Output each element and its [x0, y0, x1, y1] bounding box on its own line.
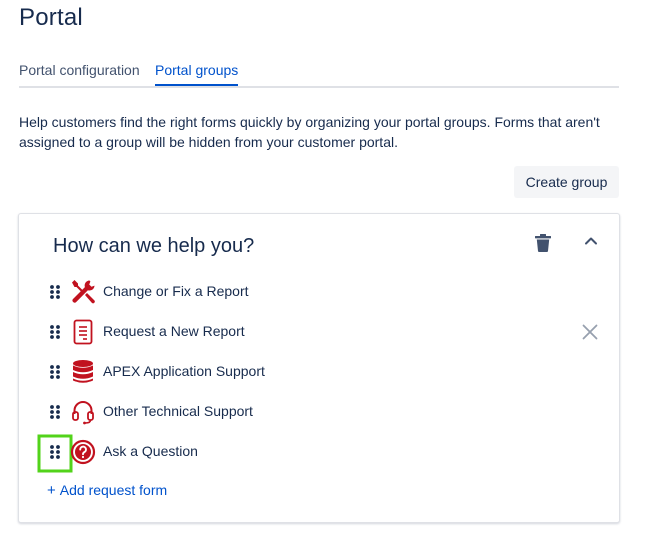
add-request-form-label: Add request form: [59, 482, 168, 498]
list-item: Change or Fix a Report: [19, 276, 619, 308]
list-item: Ask a Question: [19, 434, 619, 473]
close-icon[interactable]: [582, 324, 598, 340]
tab-portal-groups[interactable]: Portal groups: [155, 62, 239, 86]
question-icon: [70, 439, 96, 465]
portal-group-card: How can we help you? Change or Fix a Rep…: [18, 213, 620, 523]
list-item: Other Technical Support: [19, 396, 619, 428]
list-item-label[interactable]: Change or Fix a Report: [103, 283, 249, 299]
document-icon: [73, 319, 93, 345]
chevron-up-icon[interactable]: [584, 235, 598, 247]
list-item-label[interactable]: Request a New Report: [103, 323, 245, 339]
list-item-label[interactable]: Other Technical Support: [103, 403, 253, 419]
drag-handle-icon[interactable]: [37, 434, 73, 473]
headset-icon: [72, 401, 94, 425]
group-title: How can we help you?: [53, 235, 255, 257]
drag-handle-icon[interactable]: [49, 364, 61, 380]
tab-portal-configuration[interactable]: Portal configuration: [19, 62, 140, 78]
page-title: Portal: [19, 4, 83, 31]
list-item: Request a New Report: [19, 316, 619, 348]
drag-handle-icon[interactable]: [49, 404, 61, 420]
plus-icon: +: [47, 482, 56, 499]
list-item-label[interactable]: Ask a Question: [103, 443, 198, 459]
trash-icon[interactable]: [535, 234, 551, 252]
create-group-button[interactable]: Create group: [514, 166, 619, 198]
help-text: Help customers find the right forms quic…: [19, 114, 600, 150]
list-item: APEX Application Support: [19, 356, 619, 388]
add-request-form-link[interactable]: + Add request form: [47, 482, 167, 499]
database-icon: [73, 360, 93, 383]
drag-handle-icon[interactable]: [49, 284, 61, 300]
drag-handle-icon[interactable]: [49, 324, 61, 340]
tools-icon: [72, 280, 95, 304]
list-item-label[interactable]: APEX Application Support: [103, 363, 265, 379]
tab-bar: Portal configuration Portal groups: [19, 62, 619, 88]
